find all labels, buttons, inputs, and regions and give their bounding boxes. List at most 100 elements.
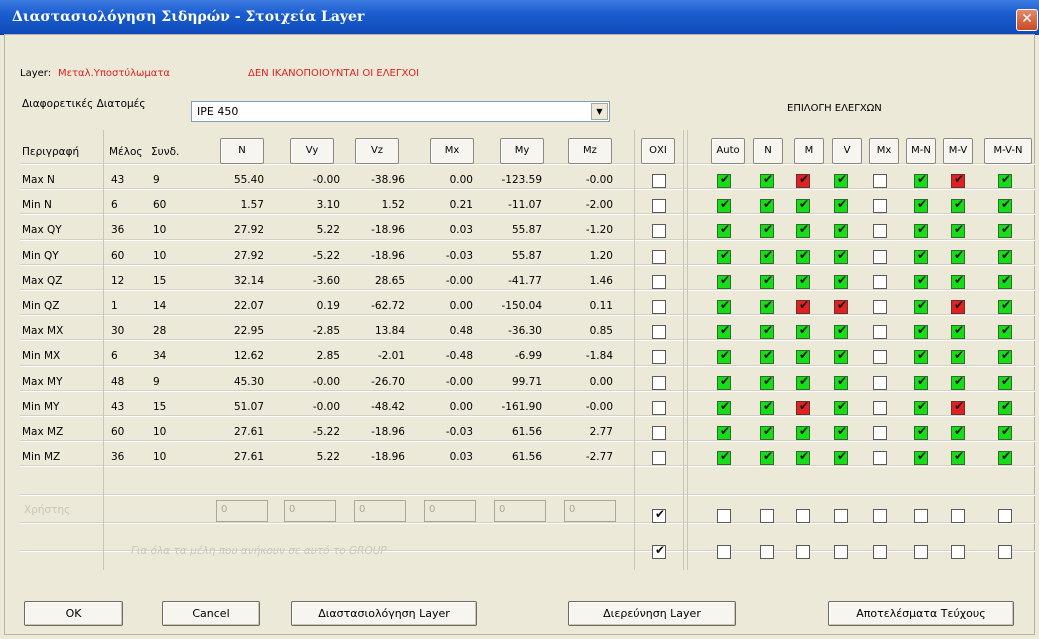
- check-checkbox-auto[interactable]: [717, 509, 731, 523]
- check-checkbox-auto[interactable]: ✔: [717, 449, 731, 466]
- check-checkbox-m[interactable]: ✔: [796, 273, 810, 289]
- check-checkbox-m[interactable]: ✔: [796, 348, 810, 365]
- check-checkbox-m-n[interactable]: ✔: [914, 348, 928, 365]
- check-checkbox-m-v-n[interactable]: [998, 545, 1012, 559]
- check-checkbox-m-v-n[interactable]: ✔: [998, 222, 1012, 239]
- check-checkbox-v[interactable]: [834, 545, 848, 559]
- check-checkbox-m-v[interactable]: ✔: [951, 449, 965, 466]
- check-checkbox-m[interactable]: ✔: [796, 449, 810, 466]
- check-checkbox-m-v[interactable]: ✔: [951, 374, 965, 390]
- check-checkbox-n[interactable]: ✔: [760, 348, 774, 365]
- check-checkbox-m-v-n[interactable]: [998, 509, 1012, 523]
- check-checkbox-n[interactable]: ✔: [760, 374, 774, 390]
- check-checkbox-auto[interactable]: ✔: [717, 222, 731, 239]
- user-input-n[interactable]: 0: [216, 500, 268, 522]
- check-checkbox-m-v[interactable]: ✔: [951, 172, 965, 188]
- none-checkbox[interactable]: [652, 174, 666, 188]
- check-checkbox-n[interactable]: ✔: [760, 424, 774, 440]
- none-checkbox[interactable]: [652, 224, 666, 239]
- user-input-mz[interactable]: 0: [564, 500, 616, 522]
- check-checkbox-m[interactable]: ✔: [796, 222, 810, 239]
- check-checkbox-m-v[interactable]: ✔: [951, 348, 965, 365]
- check-checkbox-mx[interactable]: [873, 426, 887, 440]
- none-checkbox[interactable]: [652, 300, 666, 314]
- check-checkbox-n[interactable]: ✔: [760, 399, 774, 415]
- check-checkbox-m-v-n[interactable]: ✔: [998, 298, 1012, 314]
- check-checkbox-m-n[interactable]: ✔: [914, 399, 928, 415]
- force-header-vz[interactable]: Vz: [355, 138, 399, 164]
- check-checkbox-auto[interactable]: ✔: [717, 348, 731, 365]
- check-checkbox-m-n[interactable]: ✔: [914, 248, 928, 264]
- check-checkbox-n[interactable]: ✔: [760, 323, 774, 340]
- check-checkbox-v[interactable]: ✔: [834, 424, 848, 440]
- design-layer-button[interactable]: Διαστασιολόγηση Layer: [291, 601, 477, 626]
- check-checkbox-mx[interactable]: [873, 174, 887, 188]
- check-checkbox-n[interactable]: ✔: [760, 248, 774, 264]
- check-checkbox-n[interactable]: ✔: [760, 197, 774, 214]
- check-checkbox-m[interactable]: ✔: [796, 323, 810, 340]
- check-checkbox-m-v[interactable]: ✔: [951, 298, 965, 314]
- check-checkbox-mx[interactable]: [873, 224, 887, 239]
- check-checkbox-m-v-n[interactable]: ✔: [998, 424, 1012, 440]
- user-input-my[interactable]: 0: [494, 500, 546, 522]
- check-checkbox-v[interactable]: [834, 509, 848, 523]
- check-header-m-v-n[interactable]: M-V-N: [984, 138, 1032, 164]
- check-checkbox-m-v[interactable]: [951, 509, 965, 523]
- check-checkbox-m-v[interactable]: ✔: [951, 248, 965, 264]
- check-checkbox-m[interactable]: ✔: [796, 197, 810, 214]
- check-checkbox-mx[interactable]: [873, 199, 887, 214]
- check-checkbox-mx[interactable]: [873, 451, 887, 466]
- check-checkbox-m[interactable]: [796, 545, 810, 559]
- force-header-mx[interactable]: Mx: [430, 138, 474, 164]
- check-checkbox-mx[interactable]: [873, 375, 887, 390]
- cancel-button[interactable]: Cancel: [162, 601, 260, 626]
- check-checkbox-m-n[interactable]: ✔: [914, 172, 928, 188]
- check-checkbox-m-v-n[interactable]: ✔: [998, 323, 1012, 340]
- check-checkbox-v[interactable]: ✔: [834, 399, 848, 415]
- check-header-mx[interactable]: Mx: [869, 138, 899, 164]
- check-checkbox-v[interactable]: ✔: [834, 172, 848, 188]
- check-checkbox-m[interactable]: ✔: [796, 298, 810, 314]
- section-select[interactable]: IPE 450 ▼: [191, 101, 610, 122]
- force-header-my[interactable]: My: [500, 138, 544, 164]
- check-checkbox-auto[interactable]: ✔: [717, 248, 731, 264]
- check-checkbox-m-v-n[interactable]: ✔: [998, 449, 1012, 466]
- check-checkbox-n[interactable]: [760, 545, 774, 559]
- check-checkbox-auto[interactable]: [717, 545, 731, 559]
- check-checkbox-auto[interactable]: ✔: [717, 424, 731, 440]
- check-checkbox-v[interactable]: ✔: [834, 248, 848, 264]
- check-checkbox-mx[interactable]: [873, 249, 887, 264]
- check-checkbox-m-n[interactable]: ✔: [914, 273, 928, 289]
- check-checkbox-auto[interactable]: ✔: [717, 273, 731, 289]
- check-checkbox-m[interactable]: ✔: [796, 374, 810, 390]
- user-input-mx[interactable]: 0: [424, 500, 476, 522]
- check-checkbox-mx[interactable]: [873, 274, 887, 289]
- check-checkbox-v[interactable]: ✔: [834, 273, 848, 289]
- none-checkbox[interactable]: [652, 199, 666, 214]
- check-checkbox-m-v-n[interactable]: ✔: [998, 197, 1012, 214]
- check-checkbox-mx[interactable]: [873, 300, 887, 314]
- check-checkbox-auto[interactable]: ✔: [717, 399, 731, 415]
- none-checkbox[interactable]: ✔: [652, 543, 666, 559]
- none-checkbox[interactable]: [652, 451, 666, 466]
- check-checkbox-n[interactable]: ✔: [760, 449, 774, 466]
- user-input-vy[interactable]: 0: [284, 500, 336, 522]
- check-header-m[interactable]: M: [794, 138, 824, 164]
- check-checkbox-m-n[interactable]: ✔: [914, 449, 928, 466]
- check-checkbox-auto[interactable]: ✔: [717, 197, 731, 214]
- check-checkbox-m[interactable]: ✔: [796, 424, 810, 440]
- check-checkbox-n[interactable]: ✔: [760, 172, 774, 188]
- none-checkbox[interactable]: [652, 426, 666, 440]
- check-checkbox-v[interactable]: ✔: [834, 298, 848, 314]
- check-checkbox-m-v-n[interactable]: ✔: [998, 273, 1012, 289]
- check-checkbox-n[interactable]: [760, 509, 774, 523]
- check-header-auto[interactable]: Auto: [711, 138, 745, 164]
- check-checkbox-m[interactable]: ✔: [796, 248, 810, 264]
- dropdown-arrow-icon[interactable]: ▼: [591, 103, 608, 120]
- check-checkbox-m-v[interactable]: ✔: [951, 197, 965, 214]
- none-checkbox[interactable]: [652, 274, 666, 289]
- check-checkbox-v[interactable]: ✔: [834, 222, 848, 239]
- check-checkbox-auto[interactable]: ✔: [717, 374, 731, 390]
- check-checkbox-m-n[interactable]: ✔: [914, 197, 928, 214]
- check-checkbox-m-n[interactable]: ✔: [914, 323, 928, 340]
